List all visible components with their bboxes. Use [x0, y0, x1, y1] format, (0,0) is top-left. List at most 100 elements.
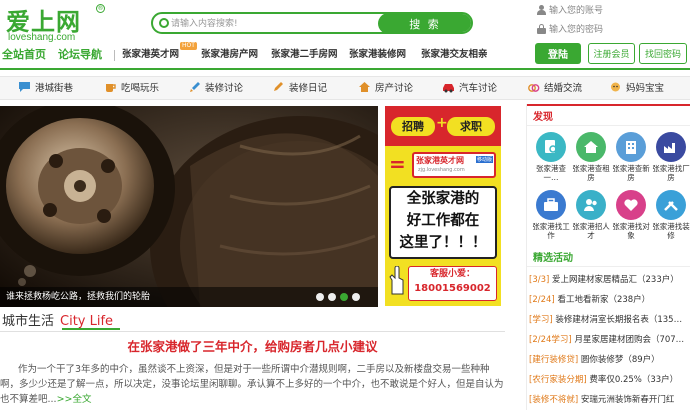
- slide-dot-3[interactable]: [340, 293, 348, 301]
- activity-item[interactable]: [3/3] 爱上网建材家居精品汇（233户）: [529, 272, 690, 288]
- read-more-link[interactable]: >>全文: [57, 394, 92, 405]
- featured-slideshow[interactable]: 谁来拯救杨屹公路，拯救我们的轮胎: [0, 106, 378, 307]
- nav-link-secondhand[interactable]: 张家港二手房网: [271, 45, 338, 65]
- activity-text: 安瑞元洲装饰新春开门红: [580, 395, 675, 405]
- category-item-food[interactable]: 吃喝玩乐: [104, 77, 159, 101]
- discover-item-factory[interactable]: 张家港找厂房: [652, 132, 690, 182]
- discover-item-renovation[interactable]: 张家港找装修: [652, 190, 690, 240]
- nav-link-jobs[interactable]: 张家港英才网: [122, 45, 179, 65]
- category-label: 港城街巷: [35, 83, 74, 94]
- nav-home-link[interactable]: 全站首页: [2, 45, 46, 65]
- search-input[interactable]: [171, 16, 371, 31]
- nav-link-realestate[interactable]: 张家港房产网: [201, 45, 258, 65]
- slide-image: [0, 106, 378, 307]
- header-divider: [0, 68, 690, 70]
- section-title-cn: 城市生活: [2, 314, 55, 329]
- site-header: 爱上网 ® loveshang.com 搜 索 登陆 注册会员 找回密码 全站首…: [0, 0, 690, 72]
- category-item-streets[interactable]: 港城街巷: [18, 77, 73, 101]
- brush-icon: [188, 79, 201, 92]
- tools-icon: [656, 190, 686, 220]
- discover-label: 张家港查租房: [572, 164, 610, 182]
- category-item-housing[interactable]: 房产讨论: [358, 77, 413, 101]
- category-label: 装修日记: [289, 83, 328, 94]
- ad-slogan-line-2: 好工作都在: [406, 213, 480, 229]
- search-button[interactable]: 搜 索: [378, 14, 471, 32]
- category-item-decor-diary[interactable]: 装修日记: [272, 77, 327, 101]
- discover-item-hire[interactable]: 张家港招人才: [572, 190, 610, 240]
- registered-mark-icon: ®: [96, 4, 105, 13]
- login-panel: 登陆 注册会员 找回密码: [533, 0, 690, 68]
- briefcase-icon: [536, 190, 566, 220]
- category-item-decor-discuss[interactable]: 装修讨论: [188, 77, 243, 101]
- password-row: [533, 21, 690, 38]
- ad-slogan-line-1: 全张家港的: [406, 191, 480, 207]
- search-icon: [159, 18, 169, 28]
- activity-item[interactable]: [学习] 装修建材涓室长期报名表（135…: [529, 312, 690, 328]
- city-life-section: 城市生活 City Life 在张家港做了三年中介，给购房者几点小建议 作为一个干…: [0, 310, 505, 410]
- discover-item-dating[interactable]: 张家港找对象: [612, 190, 650, 240]
- ad-top-band: 招聘 + 求职: [385, 106, 501, 146]
- slide-dot-1[interactable]: [316, 293, 324, 301]
- section-title-en: City Life: [60, 314, 114, 329]
- activity-item[interactable]: [农行家装分期] 费率仅0.25%（33户）: [529, 372, 690, 388]
- nav-forum-link[interactable]: 论坛导航: [58, 45, 102, 65]
- category-item-baby[interactable]: 妈妈宝宝: [609, 77, 664, 101]
- slide-dot-2[interactable]: [328, 293, 336, 301]
- category-label: 妈妈宝宝: [626, 83, 665, 94]
- discover-label: 张家港招人才: [572, 222, 610, 240]
- search-bar: 搜 索: [151, 12, 473, 34]
- pencil-icon: [272, 79, 285, 91]
- site-logo[interactable]: 爱上网 ® loveshang.com: [6, 4, 105, 43]
- discover-item-rent[interactable]: 张家港查租房: [572, 132, 610, 182]
- activity-item[interactable]: [装修不将就] 安瑞元洲装饰新春开门红: [529, 392, 690, 408]
- slide-caption[interactable]: 谁来拯救杨屹公路，拯救我们的轮胎: [6, 287, 150, 307]
- register-button[interactable]: 注册会员: [588, 43, 635, 64]
- ad-site-badge: 移动版: [476, 156, 494, 163]
- ad-plus: +: [436, 115, 448, 131]
- house-icon: [358, 79, 371, 92]
- activity-item[interactable]: [2/24学习] 月星家居建材团购会（707…: [529, 332, 690, 348]
- ad-phone-number: 18001569002: [414, 283, 491, 294]
- password-field[interactable]: [549, 22, 679, 37]
- discover-item-query[interactable]: 张家港查一…: [533, 132, 569, 182]
- activity-item[interactable]: [建行装修贷] 圆你装修梦（89户）: [529, 352, 690, 368]
- username-field[interactable]: [549, 3, 679, 18]
- slide-caption-bar: 谁来拯救杨屹公路，拯救我们的轮胎: [0, 287, 378, 307]
- rings-icon: [527, 79, 540, 92]
- activity-text: 装修建材涓室长期报名表（135…: [555, 315, 683, 325]
- article-headline[interactable]: 在张家港做了三年中介，给购房者几点小建议: [0, 336, 505, 355]
- category-label: 房产讨论: [375, 83, 414, 94]
- category-label: 吃喝玩乐: [121, 83, 160, 94]
- discover-item-jobs[interactable]: 张家港找工作: [532, 190, 570, 240]
- activity-text: 费率仅0.25%（33户）: [589, 375, 679, 385]
- right-sidebar: 发现 张家港查一… 张家港查租房 张家港查新房 张家港找厂房 张家港找工作 张家…: [526, 104, 690, 410]
- activities-title: 精选活动: [533, 253, 573, 264]
- search-doc-icon: [536, 132, 566, 162]
- cup-icon: [104, 79, 117, 92]
- activities-divider: [527, 266, 690, 267]
- nav-link-dating[interactable]: 张家港交友相亲: [421, 45, 488, 65]
- category-item-wedding[interactable]: 结婚交流: [527, 77, 582, 101]
- login-button[interactable]: 登陆: [535, 43, 581, 64]
- discover-label: 张家港查一…: [536, 164, 566, 182]
- discover-item-newhome[interactable]: 张家港查新房: [612, 132, 650, 182]
- ad-slogan-line-3: 这里了！！！: [399, 235, 487, 251]
- discover-label: 张家港找对象: [612, 222, 650, 240]
- activity-tag: [装修不将就]: [529, 395, 579, 405]
- activity-tag: [2/24]: [529, 295, 555, 305]
- activity-text: 月星家居建材团购会（707…: [574, 335, 685, 345]
- slide-dot-4[interactable]: [352, 293, 360, 301]
- ad-tag-recruit: 招聘: [391, 117, 435, 136]
- nav-link-decoration[interactable]: 张家港装修网: [349, 45, 406, 65]
- forgot-password-button[interactable]: 找回密码: [639, 43, 687, 64]
- category-item-cars[interactable]: 汽车讨论: [442, 77, 497, 101]
- heart-icon: [616, 190, 646, 220]
- building-icon: [616, 132, 646, 162]
- activity-tag: [学习]: [529, 315, 553, 325]
- activity-tag: [2/24学习]: [529, 335, 572, 345]
- people-icon: [576, 190, 606, 220]
- activity-item[interactable]: [2/24] 看工地看新家（238户）: [529, 292, 690, 308]
- recruitment-ad[interactable]: 招聘 + 求职 = 张家港英才网 移动版 zjg.loveshang.com 全…: [385, 106, 501, 306]
- car-icon: [442, 79, 455, 93]
- section-title: 城市生活 City Life: [2, 310, 113, 330]
